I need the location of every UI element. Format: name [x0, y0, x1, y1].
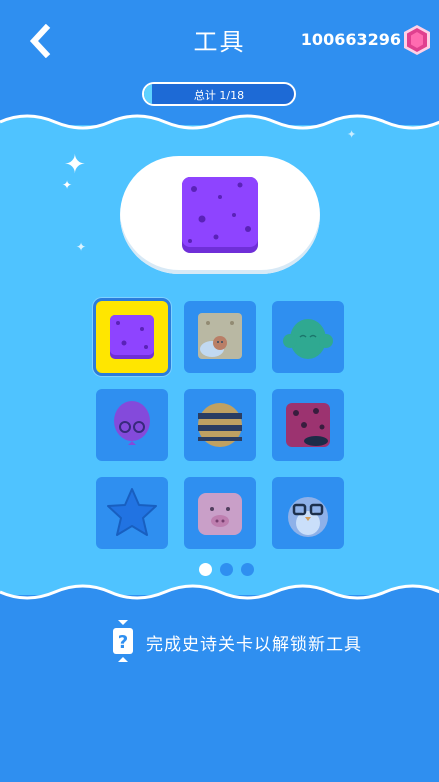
- page-dot-1[interactable]: [199, 563, 212, 576]
- purple-sponge-icon: [182, 177, 258, 253]
- tool-cell-pig[interactable]: [184, 477, 256, 549]
- balloon-glasses-icon: [114, 401, 150, 445]
- gem-icon: [404, 25, 430, 55]
- sparkle-icon: ✦: [347, 128, 357, 141]
- tool-cell-cracker-cat[interactable]: [184, 301, 256, 373]
- tool-cell-bird-glasses[interactable]: [272, 477, 344, 549]
- tool-preview: [120, 156, 320, 274]
- tool-cell-ladybug-cube[interactable]: [272, 389, 344, 461]
- cactus-icon: [283, 319, 333, 359]
- purple-sponge-icon: [110, 315, 154, 359]
- wave-divider-top: [0, 114, 439, 135]
- star-icon: [107, 488, 157, 536]
- gem-count: 100663296: [300, 30, 401, 49]
- ladybug-cube-icon: [286, 403, 330, 447]
- tool-cell-striped-ball[interactable]: [184, 389, 256, 461]
- pig-icon: [198, 493, 242, 535]
- unlock-hint-text: 完成史诗关卡以解锁新工具: [146, 635, 362, 655]
- unlock-hint-icon: ?: [113, 620, 133, 662]
- page-dot-2[interactable]: [220, 563, 233, 576]
- tool-cell-star[interactable]: [96, 477, 168, 549]
- progress-label: 总计 1/18: [193, 89, 245, 102]
- bird-glasses-icon: [288, 497, 328, 537]
- svg-text:?: ?: [118, 632, 128, 653]
- sparkle-icon: ✦: [64, 150, 86, 180]
- striped-ball-icon: [198, 403, 242, 447]
- top-bar: [0, 0, 439, 125]
- page-dot-3[interactable]: [241, 563, 254, 576]
- tool-cell-purple-sponge[interactable]: [96, 301, 168, 373]
- tool-cell-cactus[interactable]: [272, 301, 344, 373]
- collection-progress-bar: 总计 1/18: [142, 82, 296, 106]
- cracker-cat-icon: [198, 313, 242, 359]
- sparkle-icon: ✦: [76, 240, 87, 254]
- sparkle-icon: ✦: [62, 178, 73, 192]
- tool-cell-balloon-glasses[interactable]: [96, 389, 168, 461]
- wave-divider-bottom: [0, 584, 439, 605]
